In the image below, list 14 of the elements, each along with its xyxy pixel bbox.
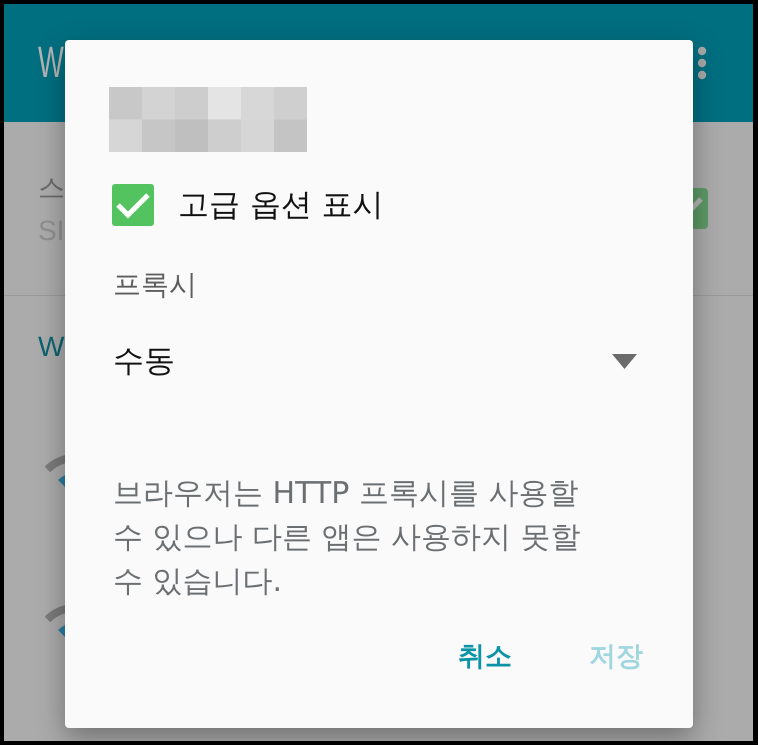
field-label: 프록시: [112, 267, 197, 303]
proxy-dropdown[interactable]: 수동: [109, 340, 649, 382]
setting-title: 스: [38, 172, 65, 206]
more-options-icon[interactable]: [697, 46, 707, 80]
cancel-button[interactable]: 취소: [450, 631, 520, 683]
checkbox-label: 고급 옵션 표시: [178, 186, 384, 225]
section-header: W: [38, 332, 64, 362]
checkbox-icon[interactable]: [692, 188, 708, 229]
wifi-signal-icon: [45, 453, 65, 489]
caret-icon: [612, 354, 637, 368]
wifi-signal-icon: [45, 603, 65, 639]
checkbox-icon[interactable]: [112, 184, 154, 226]
app-bar-title: W: [38, 38, 64, 88]
info-text: 브라우저는 HTTP 프록시를 사용할 수 있으나 다른 앱은 사용하지 못할 수 있습니다.: [112, 475, 582, 601]
